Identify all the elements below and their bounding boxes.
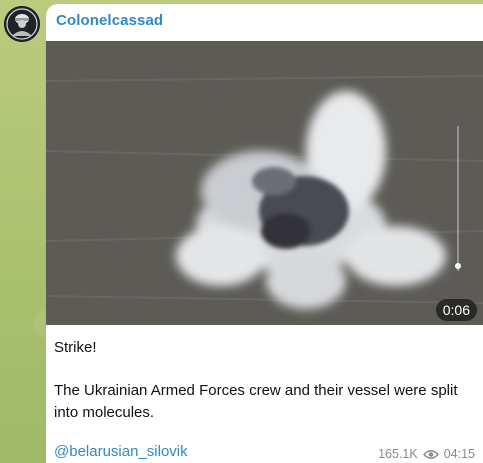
video-thumbnail bbox=[46, 41, 483, 325]
channel-avatar[interactable] bbox=[4, 6, 40, 42]
eye-icon bbox=[422, 449, 439, 459]
message-paragraph-1: Strike! bbox=[54, 339, 97, 356]
message-meta: 165.1K 04:15 bbox=[378, 447, 475, 461]
channel-name[interactable]: Colonelcassad bbox=[56, 12, 163, 29]
soldier-avatar-icon bbox=[4, 6, 40, 42]
message-paragraph-2: The Ukrainian Armed Forces crew and thei… bbox=[54, 382, 458, 421]
view-count: 165.1K bbox=[378, 447, 418, 461]
message-bubble: Colonelcassad 0:06 Strike! The Ukrainian… bbox=[46, 4, 483, 463]
video-player[interactable]: 0:06 bbox=[46, 41, 483, 325]
message-text: Strike! The Ukrainian Armed Forces crew … bbox=[54, 337, 474, 424]
video-duration: 0:06 bbox=[435, 299, 477, 321]
message-time: 04:15 bbox=[443, 447, 475, 461]
source-link[interactable]: @belarusian_silovik bbox=[54, 443, 188, 460]
